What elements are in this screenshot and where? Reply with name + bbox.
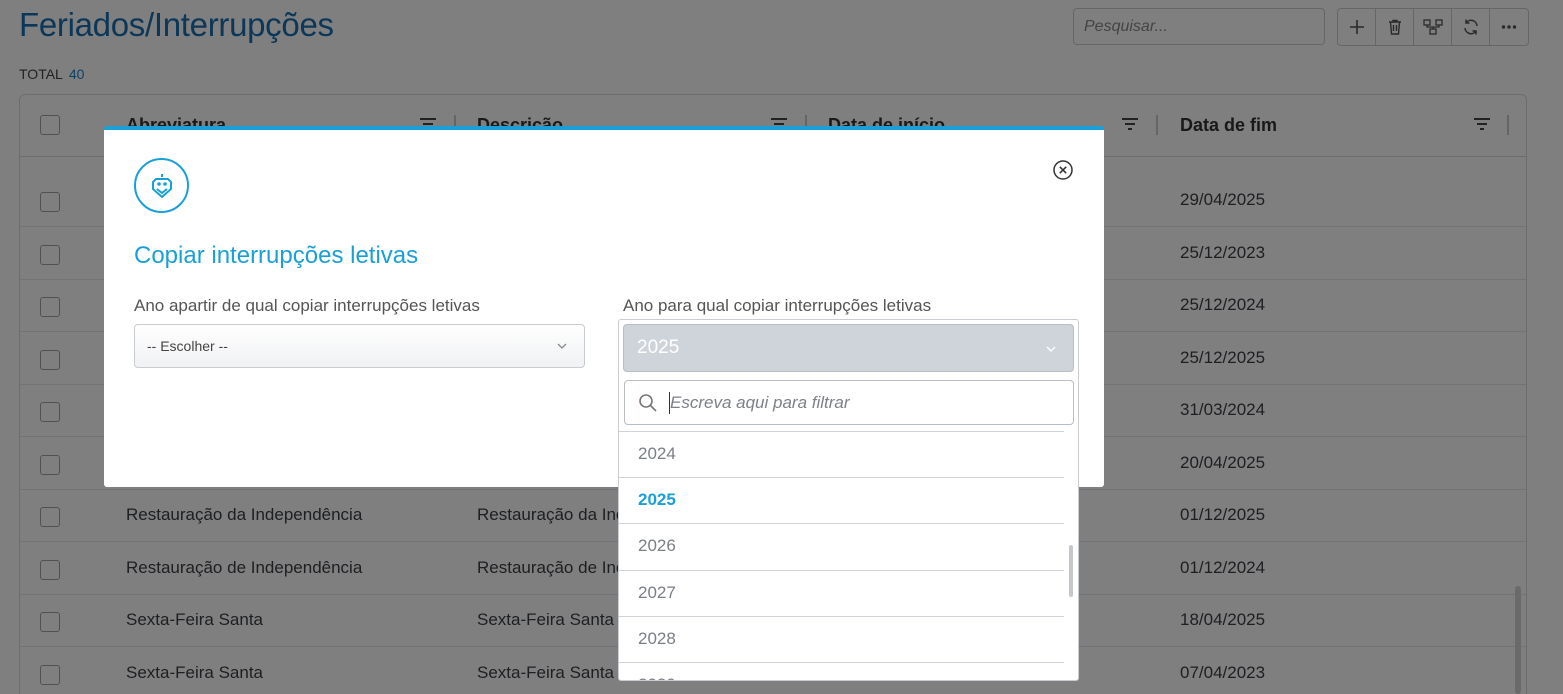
- from-year-value: -- Escolher --: [147, 338, 228, 354]
- app-logo-icon: [134, 158, 189, 213]
- dropdown-options-list: 202420252026202720282029: [619, 431, 1064, 680]
- to-year-dropdown: 2025 Escreva aqui para filtrar 2024 2025 2…: [618, 319, 1079, 681]
- chevron-down-icon: [557, 343, 567, 349]
- dropdown-option[interactable]: 2026: [619, 523, 1064, 569]
- dropdown-scrollbar[interactable]: [1069, 545, 1073, 597]
- filter-placeholder: Escreva aqui para filtrar: [670, 393, 850, 412]
- dropdown-filter-input[interactable]: Escreva aqui para filtrar: [624, 380, 1074, 425]
- search-icon: [639, 394, 657, 412]
- chevron-down-icon: [1046, 346, 1056, 352]
- from-year-label: Ano apartir de qual copiar interrupções …: [134, 296, 480, 315]
- to-year-select[interactable]: 2025: [623, 324, 1074, 372]
- dropdown-option[interactable]: 2025: [619, 477, 1064, 523]
- dropdown-option[interactable]: 2029: [619, 662, 1064, 680]
- dropdown-option[interactable]: 2028: [619, 615, 1064, 662]
- close-icon[interactable]: [1052, 159, 1074, 181]
- to-year-value: 2025: [637, 337, 680, 358]
- from-year-select[interactable]: -- Escolher --: [134, 324, 585, 368]
- page-scrollbar[interactable]: [1515, 586, 1521, 694]
- dropdown-option[interactable]: 2024: [619, 431, 1064, 477]
- dropdown-option[interactable]: 2027: [619, 569, 1064, 616]
- modal-title: Copiar interrupções letivas: [134, 242, 419, 269]
- to-year-label: Ano para qual copiar interrupções letiva…: [623, 296, 932, 315]
